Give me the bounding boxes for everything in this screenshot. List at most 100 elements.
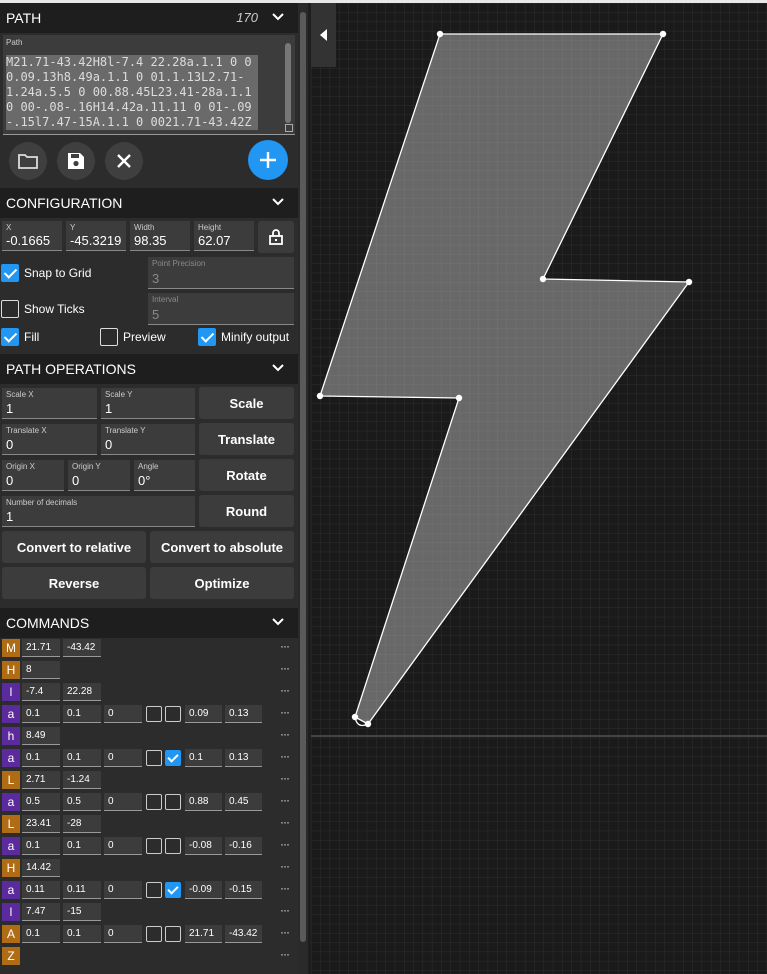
large-arc-checkbox[interactable] <box>146 794 162 810</box>
save-button[interactable] <box>57 142 95 180</box>
command-value-input[interactable]: 0 <box>104 705 142 723</box>
canvas-svg[interactable] <box>311 3 767 974</box>
command-row[interactable]: L 23.41 -28 ··· <box>0 813 298 835</box>
command-row[interactable]: a 0.1 0.1 0 -0.08 -0.16 ··· <box>0 835 298 857</box>
sweep-checkbox[interactable] <box>165 838 181 854</box>
angle-field[interactable]: Angle 0° <box>134 460 195 491</box>
sweep-checkbox[interactable] <box>165 926 181 942</box>
command-value-input[interactable]: 0.1 <box>63 749 101 767</box>
command-value-input[interactable]: 0 <box>104 837 142 855</box>
more-options-icon[interactable]: ··· <box>280 947 290 961</box>
command-value-input[interactable]: -1.24 <box>63 771 101 789</box>
point-handle[interactable] <box>436 30 444 38</box>
command-value-input[interactable]: 0.11 <box>22 881 60 899</box>
decimals-field[interactable]: Number of decimals 1 <box>2 496 195 527</box>
command-value-input[interactable]: -0.09 <box>185 881 222 899</box>
more-options-icon[interactable]: ··· <box>280 639 290 653</box>
command-row[interactable]: L 2.71 -1.24 ··· <box>0 769 298 791</box>
sweep-checkbox[interactable] <box>165 750 181 766</box>
point-handle[interactable] <box>685 278 693 286</box>
command-value-input[interactable]: 0.09 <box>185 705 222 723</box>
more-options-icon[interactable]: ··· <box>280 793 290 807</box>
command-letter[interactable]: M <box>2 639 20 657</box>
interval-field[interactable]: Interval 5 <box>148 293 294 325</box>
command-letter[interactable]: A <box>2 925 20 943</box>
command-value-input[interactable]: -43.42 <box>225 925 262 943</box>
lock-aspect-button[interactable] <box>258 221 294 253</box>
command-value-input[interactable]: -0.08 <box>185 837 222 855</box>
command-row[interactable]: l 7.47 -15 ··· <box>0 901 298 923</box>
more-options-icon[interactable]: ··· <box>280 837 290 851</box>
sweep-checkbox[interactable] <box>165 882 181 898</box>
point-handle[interactable] <box>351 713 359 721</box>
command-value-input[interactable]: 0.1 <box>22 925 60 943</box>
command-value-input[interactable]: 0.11 <box>63 881 101 899</box>
command-row[interactable]: a 0.1 0.1 0 0.1 0.13 ··· <box>0 747 298 769</box>
command-value-input[interactable]: 7.47 <box>22 903 60 921</box>
command-value-input[interactable]: 0 <box>104 881 142 899</box>
command-value-input[interactable]: 0.13 <box>225 749 262 767</box>
point-handle[interactable] <box>364 720 372 728</box>
command-letter[interactable]: Z <box>2 947 20 965</box>
path-textarea[interactable]: Path M21.71-43.42H8l-7.4 22.28a.1.1 0 00… <box>3 35 295 135</box>
convert-relative-button[interactable]: Convert to relative <box>2 531 146 563</box>
show-ticks-checkbox[interactable] <box>1 300 19 318</box>
command-value-input[interactable]: 21.71 <box>185 925 222 943</box>
command-row[interactable]: M 21.71 -43.42 ··· <box>0 637 298 659</box>
command-letter[interactable]: a <box>2 837 20 855</box>
command-value-input[interactable]: 0.5 <box>63 793 101 811</box>
command-value-input[interactable]: 0.88 <box>185 793 222 811</box>
y-field[interactable]: Y -45.3219 <box>66 221 126 251</box>
command-value-input[interactable]: 21.71 <box>22 639 60 657</box>
command-value-input[interactable]: 0.45 <box>225 793 262 811</box>
clear-button[interactable] <box>105 142 143 180</box>
command-letter[interactable]: L <box>2 815 20 833</box>
height-field[interactable]: Height 62.07 <box>194 221 254 251</box>
more-options-icon[interactable]: ··· <box>280 815 290 829</box>
command-value-input[interactable]: -15 <box>63 903 101 921</box>
command-letter[interactable]: a <box>2 881 20 899</box>
command-letter[interactable]: L <box>2 771 20 789</box>
more-options-icon[interactable]: ··· <box>280 705 290 719</box>
textarea-scrollbar[interactable] <box>285 43 291 123</box>
command-letter[interactable]: H <box>2 661 20 679</box>
command-value-input[interactable]: 8.49 <box>22 727 60 745</box>
panel-scrollbar-thumb[interactable] <box>300 12 306 942</box>
more-options-icon[interactable]: ··· <box>280 727 290 741</box>
command-value-input[interactable]: 0.13 <box>225 705 262 723</box>
command-value-input[interactable]: -0.16 <box>225 837 262 855</box>
width-field[interactable]: Width 98.35 <box>130 221 190 251</box>
more-options-icon[interactable]: ··· <box>280 749 290 763</box>
command-row[interactable]: a 0.5 0.5 0 0.88 0.45 ··· <box>0 791 298 813</box>
collapse-panel-button[interactable] <box>311 3 336 67</box>
command-row[interactable]: l -7.4 22.28 ··· <box>0 681 298 703</box>
command-letter[interactable]: a <box>2 793 20 811</box>
command-value-input[interactable]: 2.71 <box>22 771 60 789</box>
point-handle[interactable] <box>659 30 667 38</box>
command-value-input[interactable]: 14.42 <box>22 859 60 877</box>
minify-checkbox[interactable] <box>198 328 216 346</box>
command-letter[interactable]: a <box>2 749 20 767</box>
sweep-checkbox[interactable] <box>165 794 181 810</box>
preview-checkbox[interactable] <box>100 328 118 346</box>
reverse-button[interactable]: Reverse <box>2 567 146 599</box>
command-letter[interactable]: a <box>2 705 20 723</box>
scale-x-field[interactable]: Scale X 1 <box>2 388 97 419</box>
command-row[interactable]: H 14.42 ··· <box>0 857 298 879</box>
command-value-input[interactable]: 8 <box>22 661 60 679</box>
command-letter[interactable]: l <box>2 903 20 921</box>
command-row[interactable]: A 0.1 0.1 0 21.71 -43.42 ··· <box>0 923 298 945</box>
point-precision-field[interactable]: Point Precision 3 <box>148 257 294 289</box>
command-value-input[interactable]: 0 <box>104 925 142 943</box>
command-value-input[interactable]: 0.5 <box>22 793 60 811</box>
more-options-icon[interactable]: ··· <box>280 881 290 895</box>
rotate-button[interactable]: Rotate <box>199 459 294 491</box>
large-arc-checkbox[interactable] <box>146 926 162 942</box>
large-arc-checkbox[interactable] <box>146 706 162 722</box>
editor-canvas[interactable] <box>311 3 767 974</box>
more-options-icon[interactable]: ··· <box>280 683 290 697</box>
more-options-icon[interactable]: ··· <box>280 771 290 785</box>
commands-header[interactable]: COMMANDS <box>0 608 298 638</box>
origin-x-field[interactable]: Origin X 0 <box>2 460 64 491</box>
command-value-input[interactable]: 0.1 <box>185 749 222 767</box>
